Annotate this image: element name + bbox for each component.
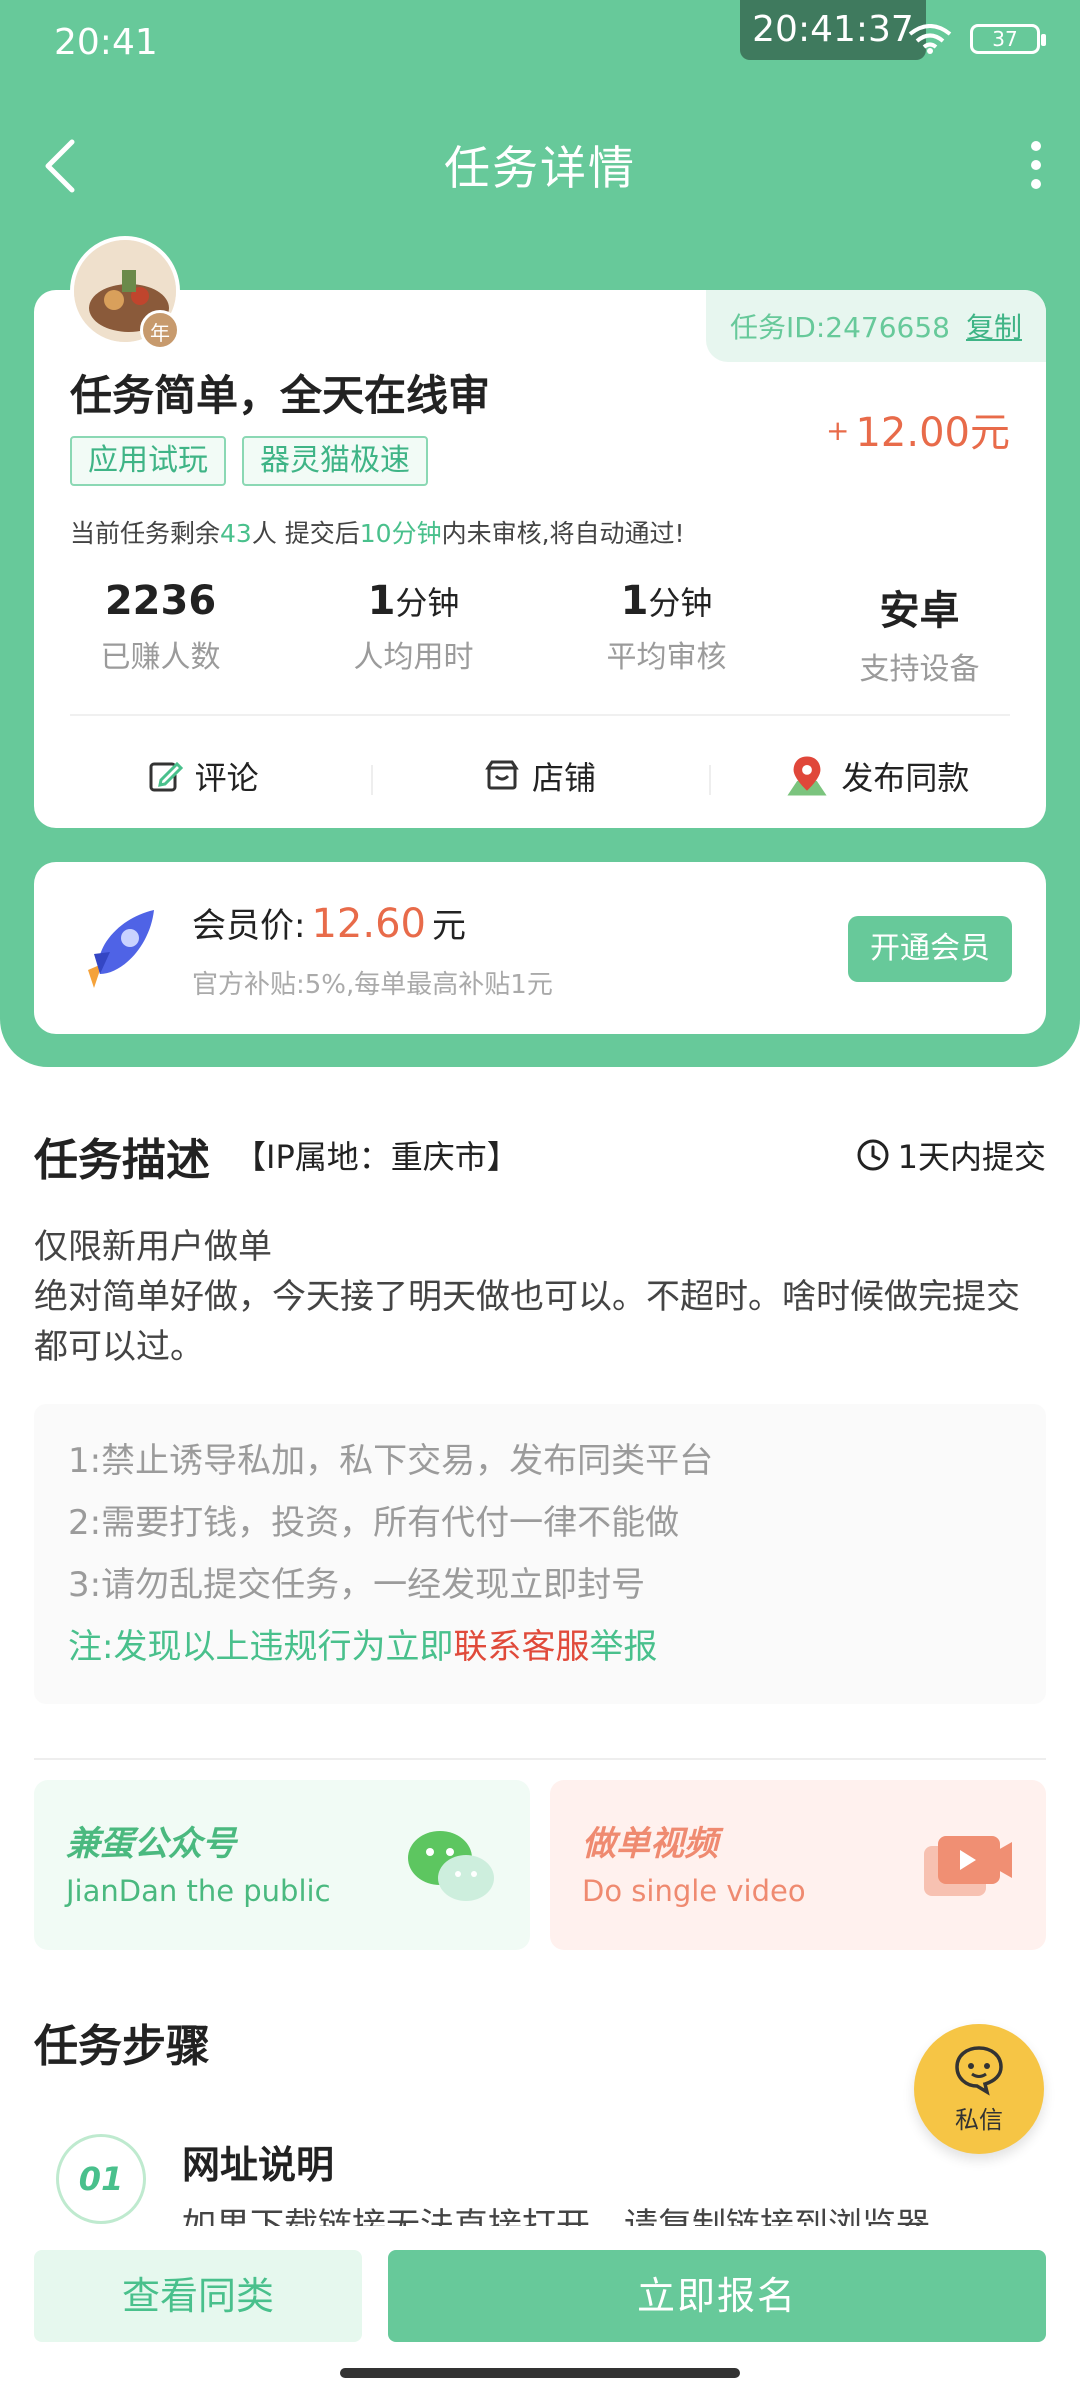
clock-icon	[857, 1139, 889, 1171]
member-price: 会员价: 12.60 元	[192, 898, 466, 947]
publish-same-button[interactable]: 发布同款	[708, 753, 1046, 799]
task-id: 任务ID:2476658 复制	[706, 290, 1046, 362]
copy-id-button[interactable]: 复制	[966, 306, 1022, 346]
stat-label: 已赚人数	[100, 640, 221, 675]
private-message-button[interactable]: 私信	[914, 2024, 1044, 2154]
stat-device: 安卓 支持设备	[793, 578, 1046, 688]
rocket-icon	[88, 910, 154, 988]
rule-note-text: 注:发现以上违规行为立即	[68, 1627, 454, 1667]
stat-avg-time: 1分钟 人均用时	[287, 578, 540, 688]
stat-avg-review: 1分钟 平均审核	[540, 578, 793, 688]
task-id-label: 任务ID:2476658	[730, 311, 950, 344]
description-text: 仅限新用户做单 绝对简单好做，今天接了明天做也可以。不超时。啥时候做完提交都可以…	[34, 1222, 1046, 1372]
comment-label: 评论	[194, 759, 259, 797]
task-notice: 当前任务剩余43人 提交后10分钟内未审核,将自动通过!	[70, 514, 685, 550]
apply-now-button[interactable]: 立即报名	[388, 2250, 1046, 2342]
open-membership-button[interactable]: 开通会员	[848, 916, 1012, 982]
task-stats: 2236 已赚人数 1分钟 人均用时 1分钟 平均审核 安卓 支持设备	[34, 578, 1046, 688]
nav-bar: 任务详情	[0, 110, 1080, 220]
submit-deadline: 1天内提交	[856, 1132, 1046, 1178]
rule-note: 注:发现以上违规行为立即联系客服举报	[68, 1616, 1012, 1678]
status-icons: 37	[908, 24, 1046, 54]
dm-label: 私信	[955, 2106, 1003, 2134]
rule-note-text: 举报	[589, 1627, 658, 1667]
location-pin-icon	[787, 756, 827, 796]
steps-title-text: 任务步骤	[34, 2021, 210, 2072]
bottom-action-bar: 查看同类 立即报名	[0, 2226, 1080, 2400]
task-card: 任务ID:2476658 复制 任务简单，全天在线审 应用试玩 器灵猫极速 +1…	[34, 290, 1046, 828]
stat-earned-count: 2236 已赚人数	[34, 578, 287, 688]
battery-icon: 37	[970, 24, 1046, 54]
submit-deadline-text: 1天内提交	[897, 1138, 1046, 1176]
member-price-label: 会员价:	[192, 906, 306, 946]
section-divider	[34, 1758, 1046, 1760]
chat-bubble-icon	[955, 2046, 1003, 2096]
comment-button[interactable]: 评论	[34, 753, 371, 799]
home-indicator[interactable]	[340, 2368, 740, 2378]
description-line: 绝对简单好做，今天接了明天做也可以。不超时。啥时候做完提交都可以过。	[34, 1277, 1020, 1367]
task-reward: +12.00元	[826, 400, 1010, 458]
task-tags: 应用试玩 器灵猫极速	[70, 436, 428, 486]
rule-item: 2:需要打钱，投资，所有代付一律不能做	[68, 1503, 680, 1543]
view-similar-button[interactable]: 查看同类	[34, 2250, 362, 2342]
wifi-icon	[908, 24, 952, 54]
rules-box: 1:禁止诱导私加，私下交易，发布同类平台 2:需要打钱，投资，所有代付一律不能做…	[34, 1404, 1046, 1704]
price-prefix: +	[826, 414, 850, 447]
task-detail-page: 20:41 20:41:37 37 任务详情 年 任务ID:2476658 复制…	[0, 0, 1080, 2400]
shop-label: 店铺	[531, 759, 596, 797]
stat-unit: 分钟	[648, 584, 713, 622]
publish-same-label: 发布同款	[841, 759, 970, 797]
remaining-count: 43	[220, 519, 252, 548]
task-video-card[interactable]: 做单视频 Do single video	[550, 1780, 1046, 1950]
status-time: 20:41	[54, 22, 158, 63]
rule-item: 3:请勿乱提交任务，一经发现立即封号	[68, 1565, 646, 1605]
step-title: 网址说明	[182, 2143, 335, 2187]
ip-location: 【IP属地：重庆市】	[234, 1138, 519, 1176]
notice-text: 内未审核,将自动通过!	[441, 519, 685, 548]
clock-overlay: 20:41:37	[740, 0, 926, 60]
price-value: 12.00元	[855, 410, 1010, 456]
member-subsidy-note: 官方补贴:5%,每单最高补贴1元	[192, 970, 553, 1000]
shop-icon	[485, 760, 519, 790]
wechat-account-card[interactable]: 兼蛋公众号 JianDan the public	[34, 1780, 530, 1950]
notice-text: 人 提交后	[251, 519, 360, 548]
edit-icon	[149, 761, 183, 792]
task-tag: 应用试玩	[70, 436, 226, 486]
more-vertical-icon[interactable]	[1028, 140, 1044, 190]
stat-label: 人均用时	[353, 640, 474, 675]
member-price-unit: 元	[431, 906, 466, 946]
promo-title: 兼蛋公众号	[66, 1824, 236, 1864]
stat-label: 支持设备	[859, 652, 980, 687]
stat-value: 安卓	[879, 588, 960, 634]
stat-value: 1	[620, 578, 649, 624]
wechat-icon	[408, 1831, 494, 1901]
member-price-value: 12.60	[311, 901, 426, 947]
rule-item: 1:禁止诱导私加，私下交易，发布同类平台	[68, 1441, 714, 1481]
promo-subtitle: JianDan the public	[66, 1874, 331, 1908]
page-title: 任务详情	[444, 141, 636, 195]
auto-approve-minutes: 10分钟	[359, 519, 442, 548]
notice-text: 当前任务剩余	[70, 519, 221, 548]
stat-value: 2236	[104, 578, 217, 624]
member-price-card: 会员价: 12.60 元 官方补贴:5%,每单最高补贴1元 开通会员	[34, 862, 1046, 1034]
promo-subtitle: Do single video	[582, 1874, 806, 1908]
promo-title: 做单视频	[582, 1824, 718, 1864]
step-number: 01	[56, 2134, 146, 2224]
avatar-badge: 年	[140, 310, 180, 350]
video-icon	[924, 1836, 1012, 1896]
steps-title: 任务步骤	[34, 2010, 210, 2078]
task-actions: 评论 店铺 发布同款	[34, 728, 1046, 824]
description-line: 仅限新用户做单	[34, 1227, 272, 1267]
task-tag: 器灵猫极速	[242, 436, 428, 486]
shop-button[interactable]: 店铺	[371, 753, 708, 799]
stat-label: 平均审核	[606, 640, 727, 675]
stat-unit: 分钟	[395, 584, 460, 622]
task-title: 任务简单，全天在线审	[70, 371, 491, 420]
description-title-text: 任务描述	[34, 1135, 210, 1186]
description-title: 任务描述	[34, 1124, 210, 1192]
contact-service-link[interactable]: 联系客服	[453, 1627, 589, 1667]
stat-value: 1	[367, 578, 396, 624]
card-divider	[70, 714, 1010, 716]
